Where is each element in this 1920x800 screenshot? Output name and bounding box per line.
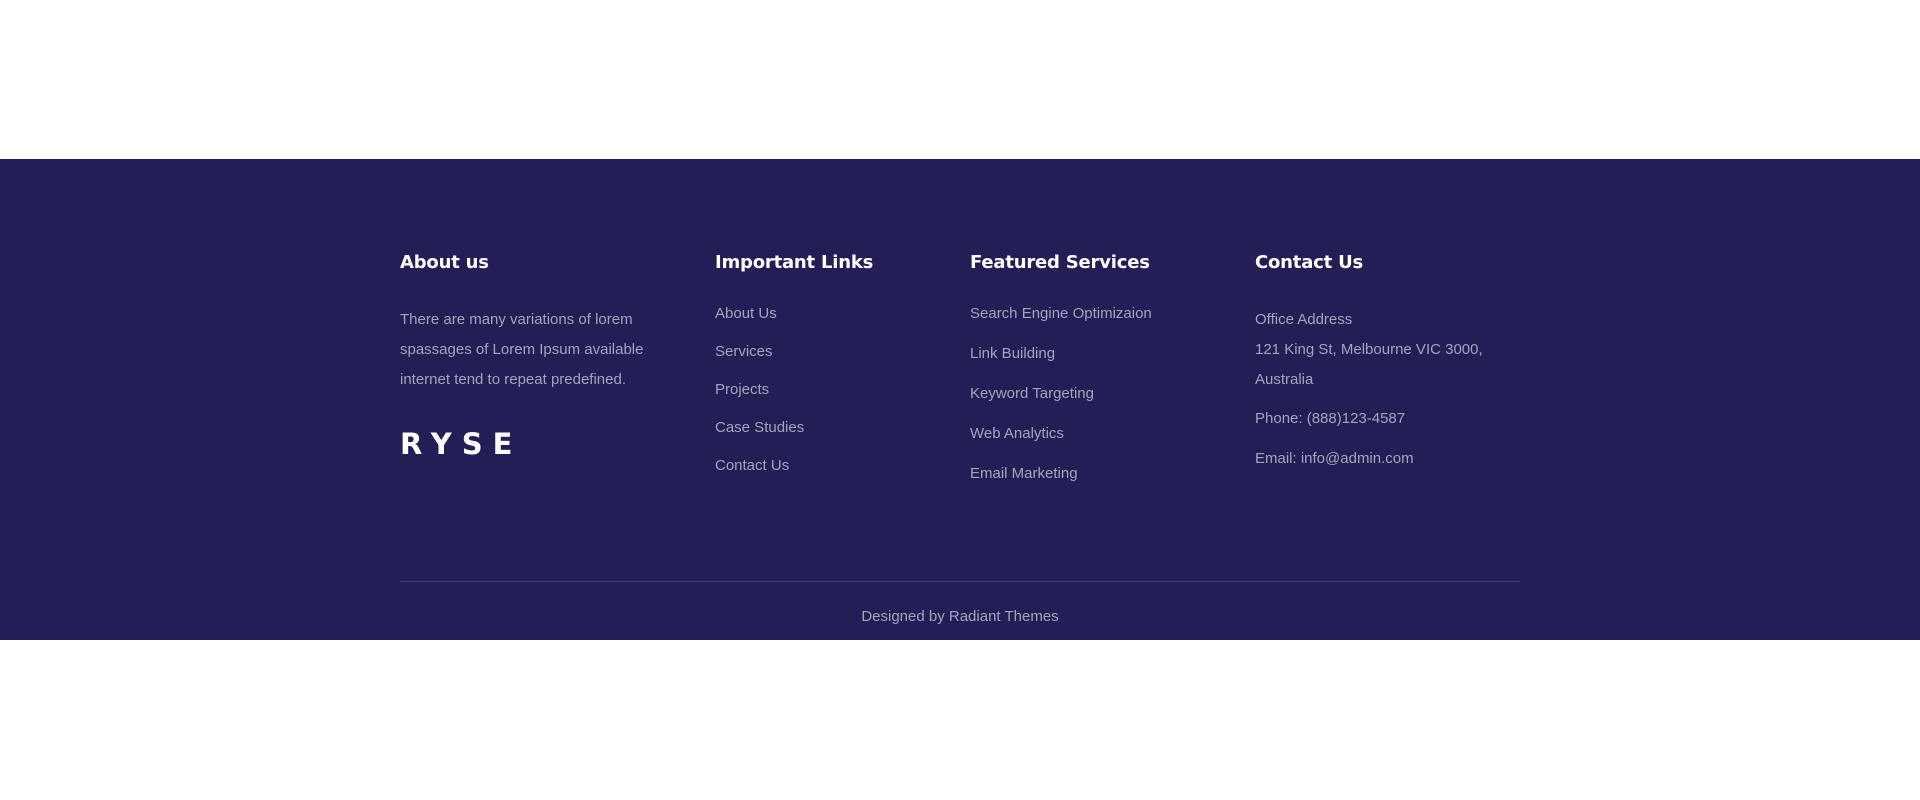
contact-phone[interactable]: Phone: (888)123-4587 [1255,409,1515,429]
featured-services-list: Search Engine Optimizaion Link Building … [970,305,1152,483]
ryse-logo[interactable]: RYSE [400,429,670,459]
service-email-marketing[interactable]: Email Marketing [970,465,1152,483]
important-links-title: Important Links [715,252,874,273]
about-title: About us [400,252,489,273]
important-links-list: About Us Services Projects Case Studies … [715,305,873,475]
footer-credits: Designed by Radiant Themes [861,608,1059,625]
featured-services-column: Featured Services Search Engine Optimiza… [970,251,1152,505]
link-case-studies[interactable]: Case Studies [715,419,873,437]
office-address-label: Office Address [1255,311,1353,328]
contact-email[interactable]: Email: info@admin.com [1255,449,1515,469]
footer-divider [400,581,1520,582]
about-column: About us There are many variations of lo… [400,251,670,459]
office-address: 121 King St, Melbourne VIC 3000, Austral… [1255,341,1483,388]
contact-details: Office Address 121 King St, Melbourne VI… [1255,305,1515,469]
important-links-column: Important Links About Us Services Projec… [715,251,873,495]
link-contact-us[interactable]: Contact Us [715,457,873,475]
service-link-building[interactable]: Link Building [970,345,1152,363]
featured-services-title: Featured Services [970,252,1150,273]
contact-title: Contact Us [1255,252,1364,273]
link-services[interactable]: Services [715,343,873,361]
contact-column: Contact Us Office Address 121 King St, M… [1255,251,1515,469]
link-projects[interactable]: Projects [715,381,873,399]
link-about-us[interactable]: About Us [715,305,873,323]
service-keyword-targeting[interactable]: Keyword Targeting [970,385,1152,403]
service-seo[interactable]: Search Engine Optimizaion [970,305,1152,323]
site-footer: About us There are many variations of lo… [0,159,1920,640]
about-description: There are many variations of lorem spass… [400,311,644,388]
service-web-analytics[interactable]: Web Analytics [970,425,1152,443]
